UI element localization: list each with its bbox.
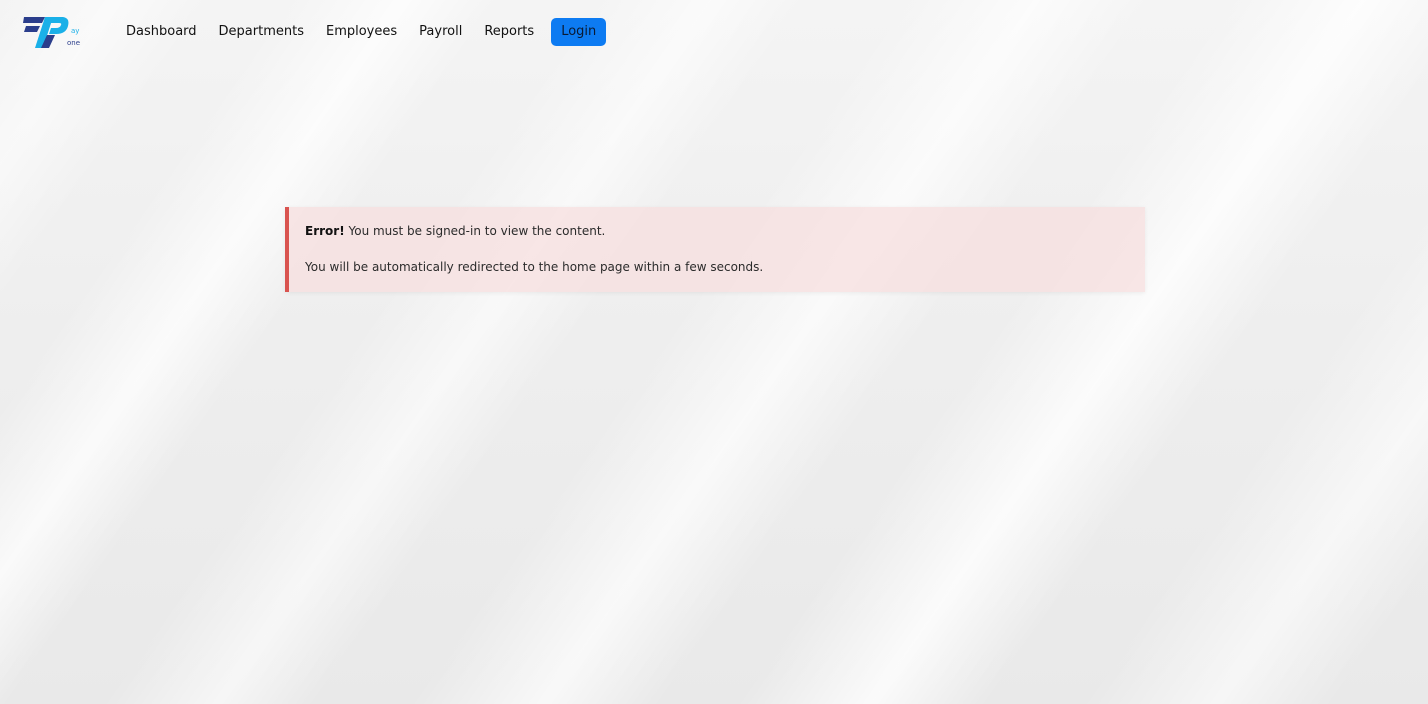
nav-employees[interactable]: Employees xyxy=(315,18,408,46)
payone-logo[interactable]: ay one xyxy=(23,15,83,51)
alert-error-label: Error! xyxy=(305,224,345,238)
alert-message-line: Error! You must be signed-in to view the… xyxy=(305,223,1129,239)
alert-message: You must be signed-in to view the conten… xyxy=(344,224,606,238)
login-button[interactable]: Login xyxy=(551,18,607,46)
error-alert: Error! You must be signed-in to view the… xyxy=(285,207,1145,292)
nav-payroll[interactable]: Payroll xyxy=(408,18,473,46)
logo-text-top: ay xyxy=(71,27,79,35)
navbar: ay one Dashboard Departments Employees P… xyxy=(0,0,1428,64)
payone-logo-icon: ay one xyxy=(23,17,80,48)
nav-departments[interactable]: Departments xyxy=(208,18,315,46)
nav-dashboard[interactable]: Dashboard xyxy=(115,18,208,46)
alert-redirect-notice: You will be automatically redirected to … xyxy=(305,260,764,274)
nav-links: Dashboard Departments Employees Payroll … xyxy=(115,18,607,46)
logo-text-bottom: one xyxy=(67,39,80,47)
nav-reports[interactable]: Reports xyxy=(473,18,545,46)
